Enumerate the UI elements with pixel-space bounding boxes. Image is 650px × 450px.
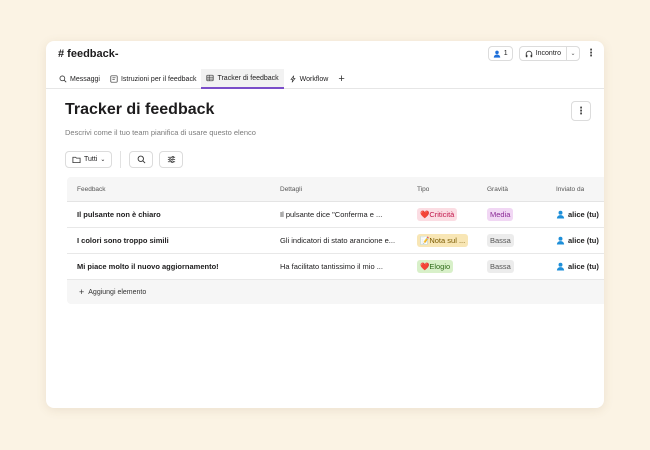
channel-title[interactable]: # feedback-: [58, 48, 119, 60]
type-badge: ❤️Criticità: [417, 208, 458, 221]
add-tab-icon[interactable]: +: [333, 69, 349, 89]
huddle-button[interactable]: Incontro ⌄: [518, 46, 580, 61]
heart-icon: ❤️: [420, 210, 430, 219]
heart-icon: ❤️: [420, 262, 430, 271]
type-cell[interactable]: ❤️Elogio: [417, 260, 454, 273]
details-cell[interactable]: Ha facilitato tantissimo il mio ...: [280, 262, 408, 271]
column-header[interactable]: Dettagli: [280, 186, 408, 193]
list-icon: [206, 74, 215, 82]
severity-cell[interactable]: Bassa: [487, 234, 514, 247]
table-row[interactable]: Mi piace molto il nuovo aggiornamento! H…: [67, 254, 604, 280]
more-vertical-icon[interactable]: ⋮: [586, 48, 596, 59]
severity-badge: Bassa: [487, 234, 514, 247]
severity-cell[interactable]: Media: [487, 208, 514, 221]
search-icon: [137, 155, 146, 164]
type-cell[interactable]: 📝Nota sul ...: [417, 234, 469, 247]
app-window: # feedback- 1 Incontro ⌄ ⋮ Messaggi Istr…: [46, 41, 604, 408]
filter-button[interactable]: [159, 151, 184, 168]
view-selector-button[interactable]: Tutti ⌄: [65, 151, 113, 168]
toolbar-divider: [120, 151, 122, 168]
feedback-cell[interactable]: I colori sono troppo simili: [77, 236, 169, 245]
column-header[interactable]: Gravità: [487, 186, 508, 193]
column-header[interactable]: Inviato da: [556, 186, 584, 193]
chevron-down-icon: ⌄: [100, 157, 106, 163]
tab-workflow[interactable]: Workflow: [284, 69, 334, 89]
header-actions: 1 Incontro ⌄ ⋮: [487, 46, 596, 61]
folder-icon: [72, 156, 81, 164]
channel-header: # feedback- 1 Incontro ⌄ ⋮ Messaggi Istr…: [46, 41, 604, 89]
list-options-button[interactable]: ⋮: [571, 101, 591, 121]
page-title: Tracker di feedback: [65, 101, 215, 118]
person-icon: [556, 262, 565, 271]
table-row[interactable]: I colori sono troppo simili Gli indicato…: [67, 228, 604, 254]
members-button[interactable]: 1: [487, 46, 513, 61]
chevron-down-icon[interactable]: ⌄: [567, 50, 579, 57]
person-icon: [493, 50, 500, 58]
tab-messaggi[interactable]: Messaggi: [54, 69, 105, 89]
feedback-cell[interactable]: Il pulsante non è chiaro: [77, 210, 161, 219]
details-cell[interactable]: Il pulsante dice "Conferma e ...: [280, 210, 408, 219]
more-vertical-icon: ⋮: [576, 105, 586, 117]
add-item-button[interactable]: + Aggiungi elemento: [67, 280, 604, 304]
person-icon: [556, 210, 565, 219]
members-count: 1: [503, 50, 508, 57]
feedback-cell[interactable]: Mi piace molto il nuovo aggiornamento!: [77, 262, 219, 271]
submitter-cell[interactable]: alice (tu): [556, 210, 599, 219]
tab-istruzioni[interactable]: Istruzioni per il feedback: [105, 69, 201, 89]
type-badge: 📝Nota sul ...: [417, 234, 469, 247]
canvas-icon: [110, 75, 118, 83]
type-cell[interactable]: ❤️Criticità: [417, 208, 458, 221]
column-header[interactable]: Feedback: [77, 186, 106, 193]
channel-tabs: Messaggi Istruzioni per il feedback Trac…: [54, 69, 350, 89]
memo-icon: 📝: [420, 236, 430, 245]
huddle-label: Incontro: [535, 50, 561, 57]
table-header: Feedback Dettagli Tipo Gravità Inviato d…: [67, 177, 604, 202]
search-icon: [59, 75, 67, 83]
column-header[interactable]: Tipo: [417, 186, 429, 193]
table-row[interactable]: Il pulsante non è chiaro Il pulsante dic…: [67, 202, 604, 228]
lightning-icon: [290, 75, 296, 83]
type-badge: ❤️Elogio: [417, 260, 454, 273]
list-toolbar: Tutti ⌄: [65, 151, 184, 168]
severity-cell[interactable]: Bassa: [487, 260, 514, 273]
page-description[interactable]: Descrivi come il tuo team pianifica di u…: [65, 128, 256, 137]
person-icon: [556, 236, 565, 245]
search-button[interactable]: [129, 151, 154, 168]
plus-icon: +: [79, 287, 85, 297]
details-cell[interactable]: Gli indicatori di stato arancione e...: [280, 236, 408, 245]
severity-badge: Media: [487, 208, 514, 221]
tab-tracker[interactable]: Tracker di feedback: [201, 69, 284, 89]
severity-badge: Bassa: [487, 260, 514, 273]
headphones-icon: [525, 50, 532, 57]
sliders-icon: [167, 155, 175, 164]
submitter-cell[interactable]: alice (tu): [556, 262, 599, 271]
feedback-table: Feedback Dettagli Tipo Gravità Inviato d…: [67, 177, 604, 304]
submitter-cell[interactable]: alice (tu): [556, 236, 599, 245]
